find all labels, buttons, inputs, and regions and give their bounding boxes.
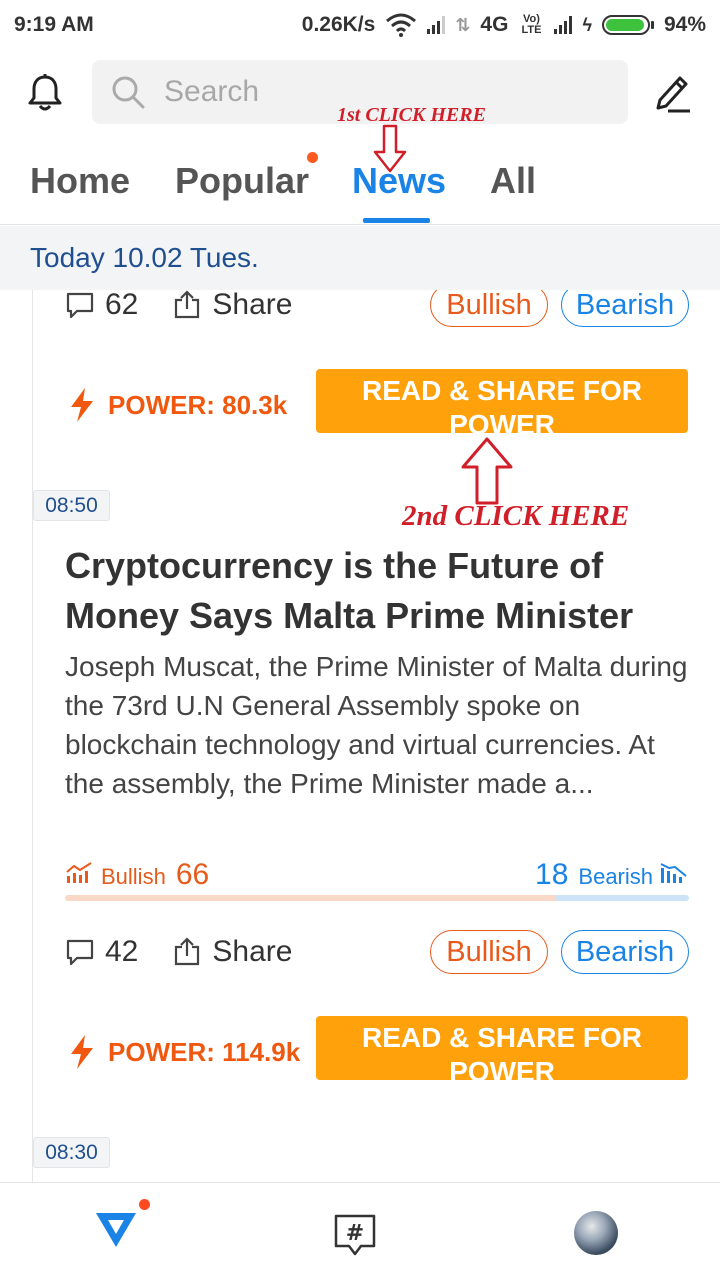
- edit-icon[interactable]: [650, 70, 694, 114]
- bullish-ratio-fill: [65, 895, 556, 901]
- date-header: Today 10.02 Tues.: [0, 226, 720, 290]
- network-type: 4G: [480, 13, 509, 36]
- active-tab-indicator: [363, 218, 430, 223]
- annotation-arrow-up: [461, 437, 513, 505]
- bullish-label: Bullish: [101, 864, 166, 889]
- comment-icon: [66, 292, 94, 319]
- tab-popular[interactable]: Popular: [175, 160, 309, 202]
- volte-badge: Vo) LTE: [521, 13, 542, 36]
- hashtag-icon[interactable]: #: [333, 1213, 377, 1257]
- news-feed[interactable]: 62 Share Bullish Bearish POWER: 80.3k RE…: [0, 290, 720, 1182]
- bearish-vote-button[interactable]: Bearish: [561, 290, 689, 327]
- article-headline[interactable]: Cryptocurrency is the Future of Money Sa…: [65, 541, 695, 641]
- annotation-first-click: 1st CLICK HERE: [337, 104, 486, 126]
- comment-count: 42: [105, 935, 139, 968]
- bearish-label: Bearish: [578, 864, 653, 889]
- home-logo-icon[interactable]: [94, 1207, 138, 1251]
- sentiment-row: Bullish 66 18 Bearish: [65, 858, 689, 894]
- home-notification-dot: [139, 1199, 150, 1210]
- item-actions: 42 Share Bullish Bearish: [65, 930, 689, 974]
- bullish-stat: Bullish 66: [65, 858, 209, 892]
- sentiment-ratio-bar: [65, 895, 689, 901]
- annotation-second-click: 2nd CLICK HERE: [402, 500, 630, 532]
- bottom-nav: #: [0, 1182, 720, 1280]
- power-indicator: POWER: 114.9k: [68, 1034, 300, 1070]
- share-icon: [175, 290, 200, 319]
- timeline-line: [32, 290, 33, 1182]
- share-label: Share: [212, 935, 293, 968]
- charging-icon: ϟ: [582, 14, 592, 35]
- comment-button[interactable]: 62: [65, 290, 138, 322]
- battery-icon: [601, 15, 654, 35]
- article-summary[interactable]: Joseph Muscat, the Prime Minister of Mal…: [65, 647, 695, 803]
- tab-home[interactable]: Home: [30, 160, 130, 202]
- bell-icon[interactable]: [24, 72, 66, 114]
- status-time: 9:19 AM: [14, 13, 94, 36]
- item-actions: 62 Share Bullish Bearish: [65, 290, 689, 327]
- comment-icon: [66, 939, 94, 966]
- share-button[interactable]: Share: [172, 935, 292, 969]
- svg-text:#: #: [346, 1221, 364, 1246]
- share-label: Share: [212, 290, 293, 321]
- bearish-count: 18: [535, 858, 569, 891]
- share-button[interactable]: Share: [172, 290, 292, 322]
- status-right: 0.26K/s ⇅ 4G Vo) LTE ϟ 94%: [302, 13, 706, 37]
- network-speed: 0.26K/s: [301, 13, 376, 36]
- bolt-icon: [71, 388, 93, 422]
- bullish-vote-button[interactable]: Bullish: [430, 290, 548, 327]
- wifi-icon: [386, 13, 417, 37]
- search-icon: [112, 76, 145, 109]
- tab-news[interactable]: News: [352, 160, 446, 202]
- battery-percent: 94%: [663, 13, 706, 36]
- bullish-count: 66: [175, 858, 210, 891]
- bullish-vote-button[interactable]: Bullish: [430, 930, 548, 974]
- power-value: POWER: 114.9k: [108, 1036, 301, 1067]
- data-arrows-icon: ⇅: [455, 14, 471, 35]
- signal-icon: [427, 16, 446, 34]
- comment-button[interactable]: 42: [65, 935, 138, 969]
- tab-bar: Home Popular News All: [0, 140, 720, 225]
- bolt-icon: [71, 1035, 93, 1069]
- item-time: 08:30: [33, 1137, 110, 1168]
- read-share-button[interactable]: READ & SHARE FOR POWER: [316, 1016, 688, 1080]
- read-share-button[interactable]: READ & SHARE FOR POWER: [316, 369, 688, 433]
- power-indicator: POWER: 80.3k: [68, 387, 287, 423]
- comment-count: 62: [105, 290, 139, 321]
- tab-all[interactable]: All: [490, 160, 536, 202]
- bearish-trend-icon: [660, 863, 687, 883]
- status-bar: 9:19 AM 0.26K/s ⇅ 4G Vo) LTE ϟ 94%: [0, 0, 720, 50]
- profile-avatar[interactable]: [574, 1211, 618, 1255]
- popular-notification-dot: [307, 152, 318, 163]
- bullish-trend-icon: [66, 862, 92, 883]
- signal-icon: [554, 16, 573, 34]
- share-icon: [175, 937, 200, 966]
- item-time: 08:50: [33, 490, 110, 521]
- bearish-vote-button[interactable]: Bearish: [561, 930, 689, 974]
- bearish-stat: 18 Bearish: [535, 858, 689, 892]
- power-value: POWER: 80.3k: [108, 389, 288, 420]
